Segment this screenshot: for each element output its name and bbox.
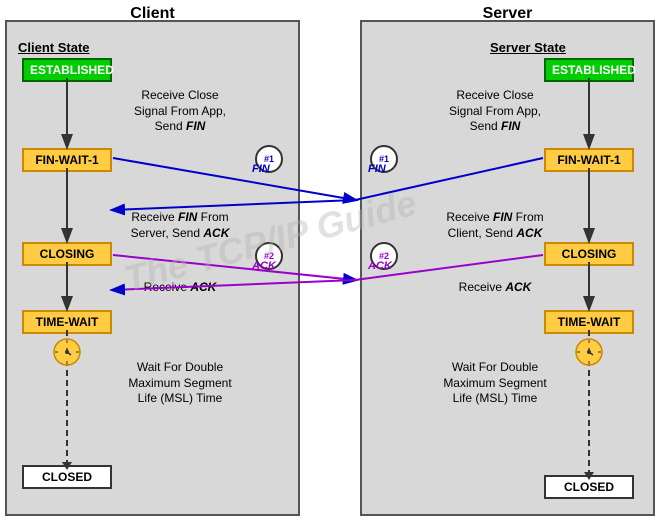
client-closed: CLOSED [22,465,112,489]
client-established: ESTABLISHED [22,58,112,82]
client-fin-wait-1: FIN-WAIT-1 [22,148,112,172]
client-closing: CLOSING [22,242,112,266]
client-wait-msl-label: Wait For DoubleMaximum SegmentLife (MSL)… [115,360,245,407]
client-state-label: Client State [18,40,90,55]
fin1-label-server: FIN [368,163,386,175]
server-closing: CLOSING [544,242,634,266]
ack2-label-client: ACK [252,260,276,272]
server-receive-close-label: Receive CloseSignal From App,Send FIN [430,88,560,135]
server-wait-msl-label: Wait For DoubleMaximum SegmentLife (MSL)… [430,360,560,407]
ack2-label-server: ACK [368,260,392,272]
server-state-label: Server State [490,40,566,55]
client-receive-fin-label: Receive FIN FromServer, Send ACK [115,210,245,241]
client-time-wait: TIME-WAIT [22,310,112,334]
server-established: ESTABLISHED [544,58,634,82]
fin1-label-client: FIN [252,163,270,175]
server-fin-wait-1: FIN-WAIT-1 [544,148,634,172]
server-closed: CLOSED [544,475,634,499]
client-receive-ack-label: Receive ACK [115,280,245,296]
server-time-wait: TIME-WAIT [544,310,634,334]
server-receive-ack-label: Receive ACK [430,280,560,296]
client-receive-close-label: Receive CloseSignal From App,Send FIN [115,88,245,135]
server-receive-fin-label: Receive FIN FromClient, Send ACK [430,210,560,241]
